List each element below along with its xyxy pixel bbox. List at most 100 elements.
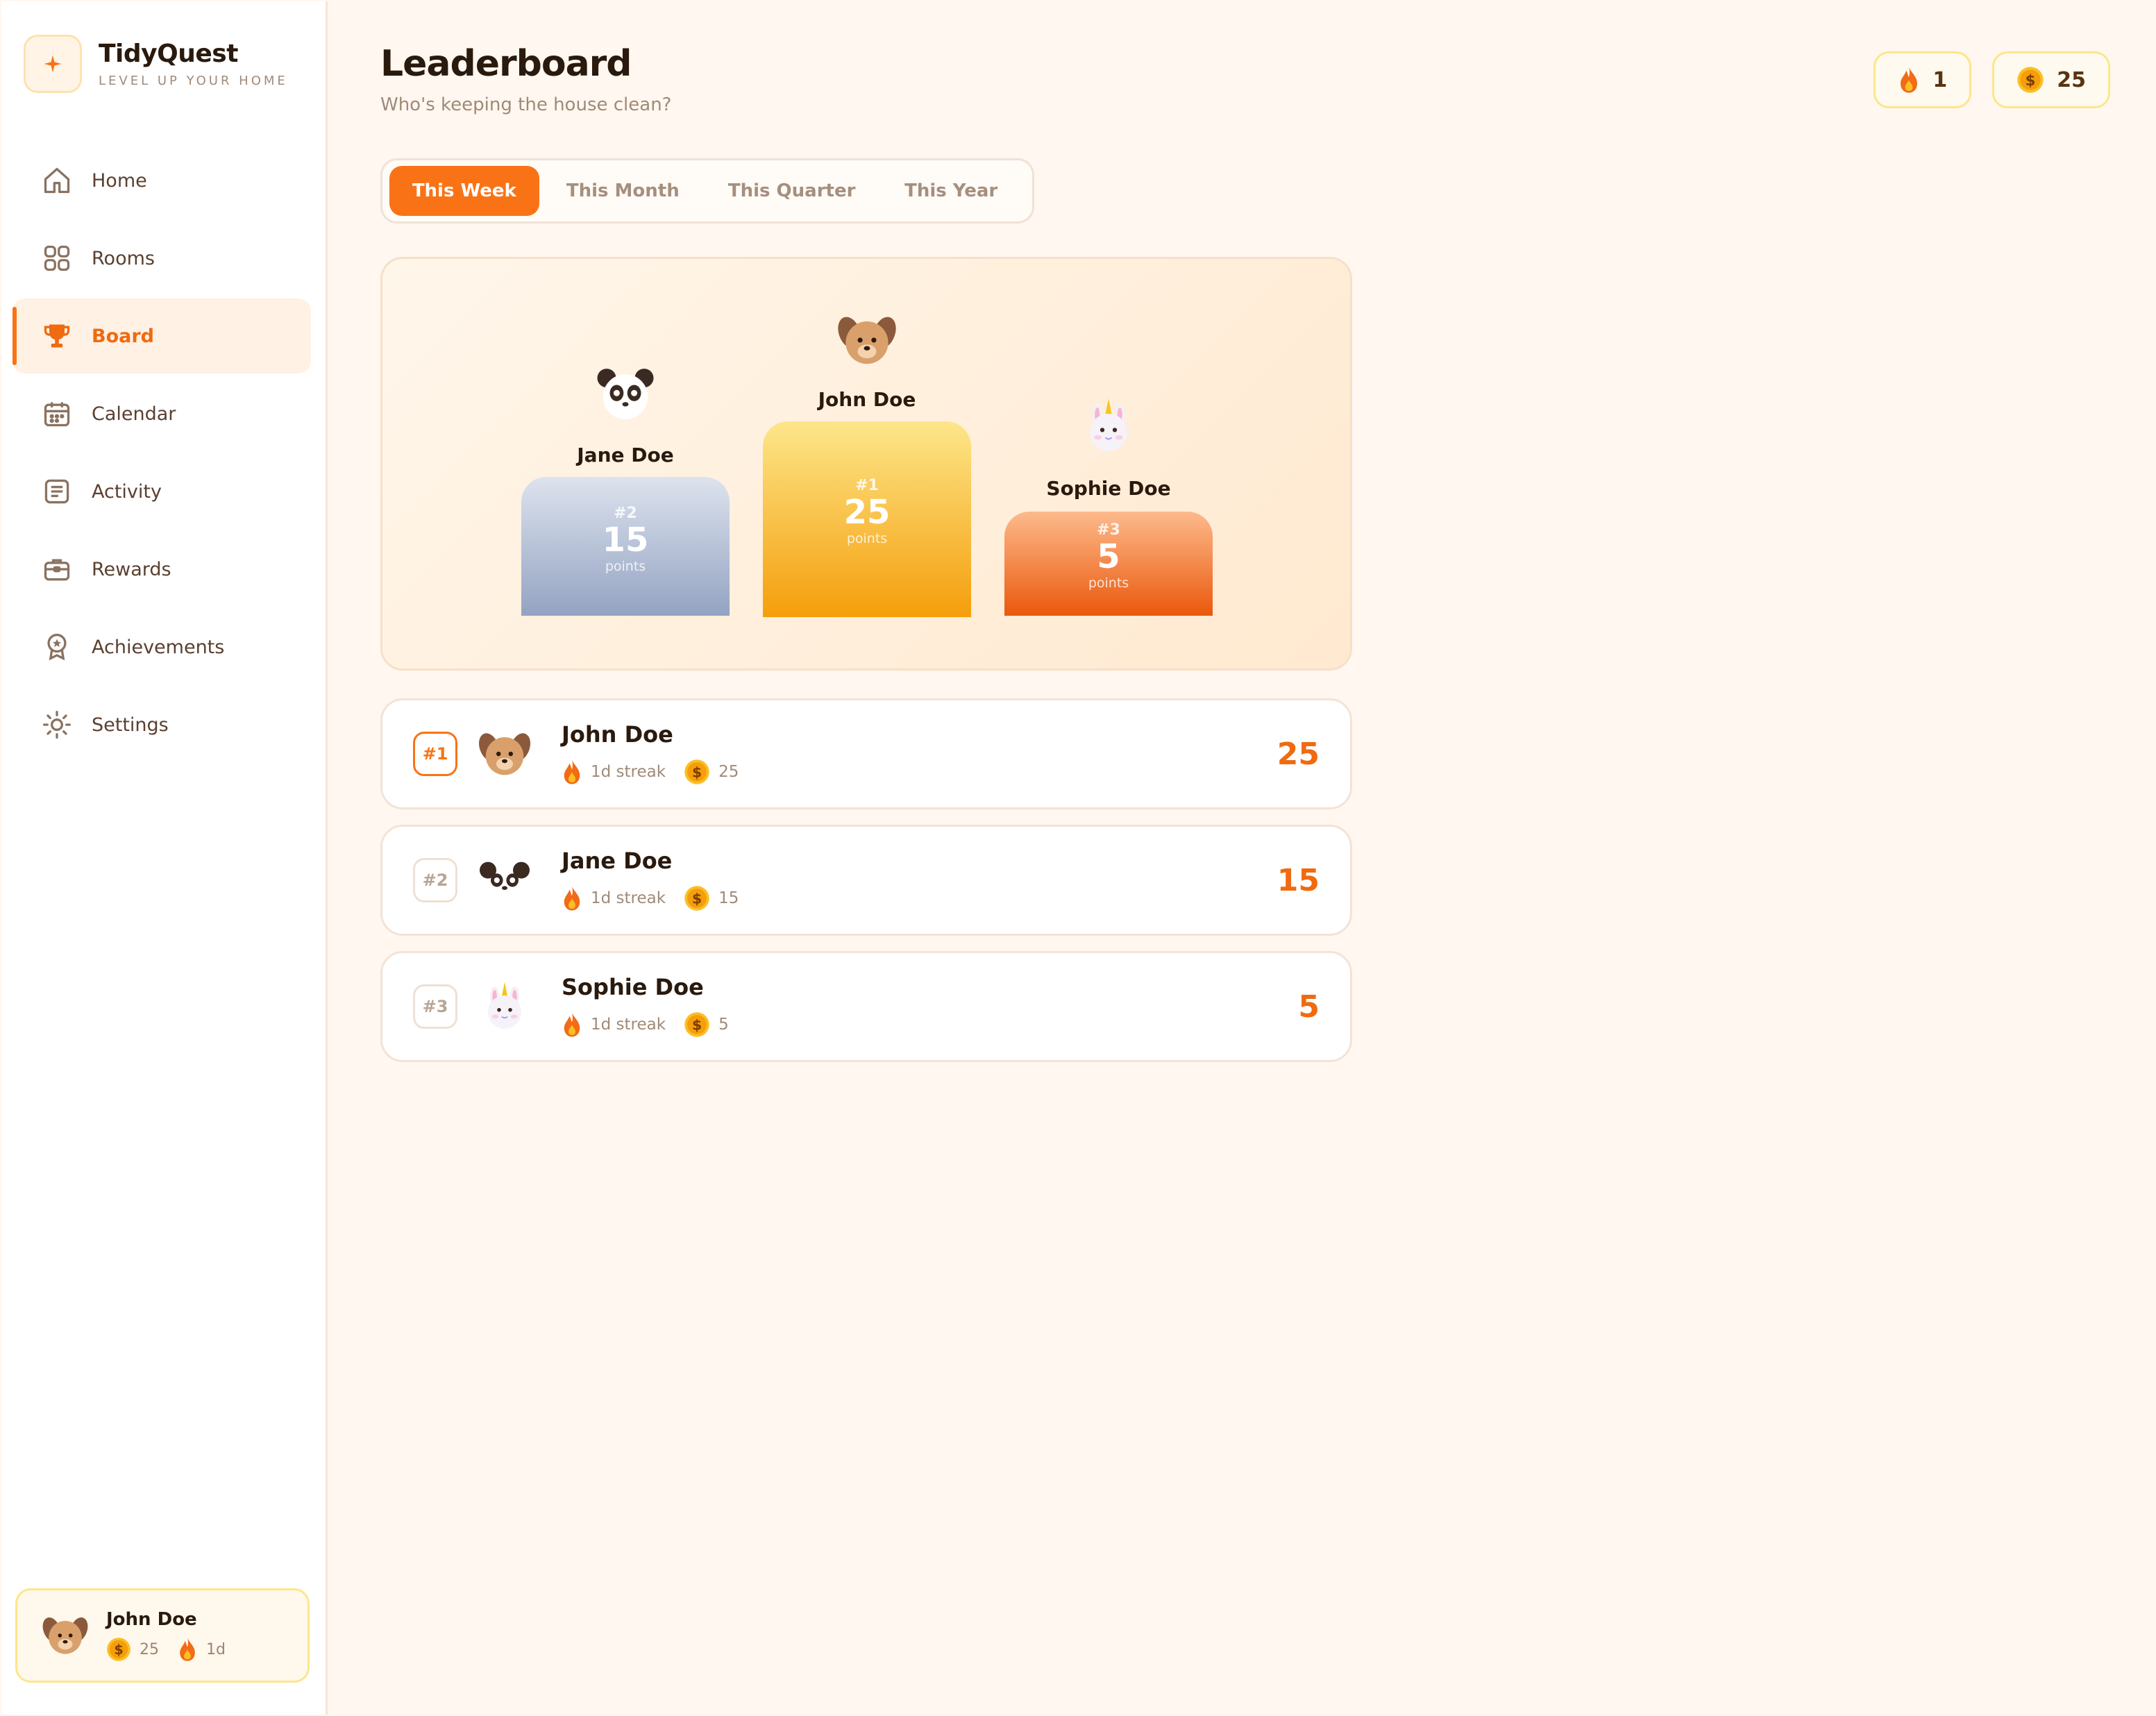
tab-this-week[interactable]: This Week: [389, 166, 539, 216]
leaderboard-list: #1 John Doe 1d streak 25 25 #2 Jane Doe: [380, 698, 1352, 1077]
sidebar-item-home[interactable]: Home: [12, 143, 311, 218]
podium-points: 25: [843, 493, 891, 532]
panda-avatar: [477, 852, 532, 908]
podium-points-label: points: [605, 558, 646, 574]
rank-badge: #2: [413, 858, 457, 902]
brand-name: TidyQuest: [99, 40, 238, 68]
streak-label: 1d streak: [591, 889, 666, 907]
user-name: John Doe: [106, 1609, 197, 1630]
coin-count: 25: [718, 763, 739, 781]
podium-rank: #1: [855, 477, 879, 494]
player-points: 15: [1277, 862, 1320, 898]
sidebar-item-rewards[interactable]: Rewards: [12, 532, 311, 607]
list-icon: [40, 475, 74, 508]
dog-avatar: [477, 726, 532, 782]
podium: Jane Doe #2 15 points John Doe #1 25 poi…: [380, 257, 1352, 671]
sidebar: TidyQuest LEVEL UP YOUR HOME Home Rooms: [1, 1, 328, 1715]
home-icon: [40, 164, 74, 197]
coin-count: 15: [718, 889, 739, 907]
brand[interactable]: TidyQuest LEVEL UP YOUR HOME: [24, 35, 288, 93]
trophy-icon: [40, 319, 74, 353]
panda-avatar: [594, 363, 657, 426]
podium-name: Sophie Doe: [1046, 477, 1171, 500]
unicorn-avatar: [477, 979, 532, 1034]
coin-icon: [684, 1011, 710, 1038]
unicorn-avatar: [1077, 395, 1140, 457]
coin-icon: [2016, 66, 2044, 94]
podium-block-first: #1 25 points: [763, 421, 971, 617]
streak-badge[interactable]: 1: [1873, 51, 1972, 108]
sidebar-item-settings[interactable]: Settings: [12, 687, 311, 762]
sidebar-item-label: Rewards: [92, 558, 171, 580]
sidebar-item-label: Calendar: [92, 403, 176, 425]
coin-icon: [684, 759, 710, 785]
gear-icon: [40, 708, 74, 741]
podium-block-third: #3 5 points: [1004, 512, 1213, 616]
leaderboard-row[interactable]: #2 Jane Doe 1d streak 15 15: [380, 825, 1352, 936]
flame-icon: [177, 1637, 198, 1662]
gift-box-icon: [40, 553, 74, 586]
coin-count: 5: [718, 1016, 729, 1034]
leaderboard-row[interactable]: #3 Sophie Doe 1d streak 5 5: [380, 951, 1352, 1062]
podium-second: Jane Doe #2 15 points: [521, 363, 730, 668]
podium-points: 5: [1097, 537, 1120, 576]
podium-rank: #2: [614, 505, 637, 522]
streak-label: 1d streak: [591, 763, 666, 781]
streak-count: 1: [1932, 67, 1948, 92]
main-content: Leaderboard Who's keeping the house clea…: [328, 1, 2155, 1715]
user-coins: 25: [140, 1640, 159, 1658]
sidebar-item-activity[interactable]: Activity: [12, 454, 311, 529]
rank-badge: #3: [413, 984, 457, 1029]
podium-points-label: points: [846, 530, 888, 546]
rank-badge: #1: [413, 732, 457, 776]
player-name: John Doe: [562, 721, 673, 748]
app-window: TidyQuest LEVEL UP YOUR HOME Home Rooms: [1, 1, 2155, 1715]
flame-icon: [562, 759, 582, 785]
coins-badge[interactable]: 25: [1992, 51, 2110, 108]
sidebar-item-rooms[interactable]: Rooms: [12, 221, 311, 296]
podium-name: Jane Doe: [577, 444, 674, 466]
sparkle-icon: [24, 35, 82, 93]
page-subtitle: Who's keeping the house clean?: [380, 94, 672, 115]
tab-this-month[interactable]: This Month: [539, 166, 707, 216]
brand-tagline: LEVEL UP YOUR HOME: [99, 74, 288, 88]
medal-icon: [40, 630, 74, 664]
tab-this-year[interactable]: This Year: [877, 166, 1025, 216]
sidebar-item-calendar[interactable]: Calendar: [12, 376, 311, 451]
podium-third: Sophie Doe #3 5 points: [1004, 395, 1213, 668]
flame-icon: [1898, 66, 1920, 94]
tab-this-quarter[interactable]: This Quarter: [707, 166, 877, 216]
user-streak: 1d: [206, 1640, 226, 1658]
top-stats: 1 25: [1873, 51, 2110, 108]
calendar-icon: [40, 397, 74, 430]
podium-block-second: #2 15 points: [521, 477, 730, 616]
sidebar-item-board[interactable]: Board: [12, 298, 311, 373]
streak-label: 1d streak: [591, 1016, 666, 1034]
sidebar-item-label: Achievements: [92, 636, 225, 658]
coin-icon: [106, 1637, 131, 1662]
sidebar-item-label: Activity: [92, 480, 162, 503]
flame-icon: [562, 885, 582, 911]
flame-icon: [562, 1011, 582, 1038]
sidebar-nav: Home Rooms Board Calendar Activity Rewar…: [12, 143, 311, 765]
coin-icon: [684, 885, 710, 911]
podium-points: 15: [602, 521, 649, 560]
player-name: Jane Doe: [562, 848, 673, 874]
podium-points-label: points: [1088, 575, 1129, 591]
avatar: [41, 1611, 90, 1660]
page-title: Leaderboard: [380, 43, 632, 85]
player-points: 5: [1298, 989, 1320, 1025]
podium-first: John Doe #1 25 points: [763, 309, 971, 668]
current-user-card[interactable]: John Doe 25 1d: [15, 1588, 310, 1683]
player-points: 25: [1277, 736, 1320, 772]
sidebar-item-label: Settings: [92, 714, 169, 736]
leaderboard-row[interactable]: #1 John Doe 1d streak 25 25: [380, 698, 1352, 809]
podium-name: John Doe: [818, 388, 916, 411]
coin-count: 25: [2057, 67, 2086, 92]
sidebar-item-label: Rooms: [92, 247, 155, 269]
period-tabs: This Week This Month This Quarter This Y…: [380, 158, 1034, 224]
podium-rank: #3: [1097, 521, 1120, 539]
sidebar-item-label: Home: [92, 169, 147, 192]
sidebar-item-achievements[interactable]: Achievements: [12, 609, 311, 684]
dog-avatar: [836, 309, 898, 371]
